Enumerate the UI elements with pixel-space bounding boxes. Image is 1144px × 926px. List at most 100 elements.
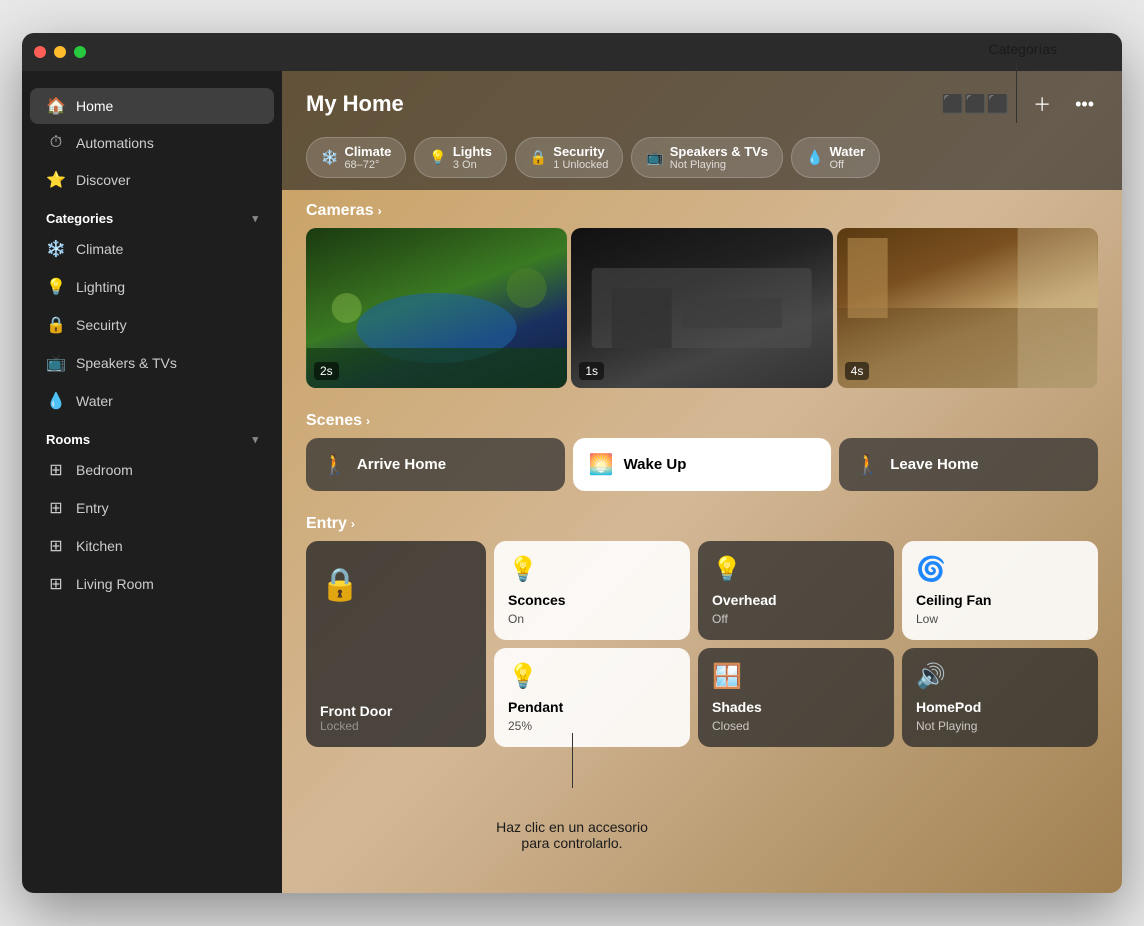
sidebar-item-climate[interactable]: ❄️ Climate: [30, 231, 274, 267]
entry-section-header[interactable]: Entry ›: [282, 503, 1122, 541]
sconces-status: On: [508, 612, 676, 626]
sidebar-item-security[interactable]: 🔒 Secuirty: [30, 307, 274, 343]
device-ceiling-fan[interactable]: 🌀 Ceiling Fan Low: [902, 541, 1098, 640]
shades-name: Shades: [712, 699, 880, 715]
cameras-section-header[interactable]: Cameras ›: [282, 190, 1122, 228]
sidebar-item-speakers[interactable]: 📺 Speakers & TVs: [30, 345, 274, 381]
category-pills: ❄️ Climate 68–72° 💡 Lights 3 On: [282, 129, 1122, 190]
sconces-name: Sconces: [508, 592, 676, 608]
leave-home-icon: 🚶: [855, 452, 880, 477]
callout-categories-line: [1016, 63, 1017, 123]
pill-climate-text: Climate 68–72°: [344, 144, 391, 171]
security-icon: 🔒: [46, 315, 66, 335]
device-homepod[interactable]: 🔊 HomePod Not Playing: [902, 648, 1098, 747]
pendant-name: Pendant: [508, 699, 676, 715]
arrive-home-label: Arrive Home: [357, 456, 446, 473]
overhead-icon: 💡: [712, 555, 880, 584]
camera-pool[interactable]: 2s: [306, 228, 567, 388]
pill-speakers[interactable]: 📺 Speakers & TVs Not Playing: [631, 137, 783, 178]
sidebar-item-bedroom[interactable]: ⊞ Bedroom: [30, 452, 274, 488]
scene-arrive-home[interactable]: 🚶 Arrive Home: [306, 438, 565, 491]
device-sconces[interactable]: 💡 Sconces On: [494, 541, 690, 640]
minimize-button[interactable]: [54, 46, 66, 58]
title-bar: [22, 33, 1122, 71]
climate-icon: ❄️: [46, 239, 66, 259]
living-room-icon: ⊞: [46, 574, 66, 594]
wake-up-label: Wake Up: [624, 456, 687, 473]
categories-header-label: Categories: [46, 211, 113, 226]
maximize-button[interactable]: [74, 46, 86, 58]
pill-speakers-label: Speakers & TVs: [670, 144, 768, 159]
device-pendant[interactable]: 💡 Pendant 25%: [494, 648, 690, 747]
cameras-label: Cameras: [306, 202, 374, 220]
ceiling-fan-icon: 🌀: [916, 555, 1084, 584]
sidebar-item-lighting[interactable]: 💡 Lighting: [30, 269, 274, 305]
sidebar-security-label: Secuirty: [76, 317, 127, 333]
rooms-section-header[interactable]: Rooms ▾: [22, 420, 282, 451]
siri-button[interactable]: ⬛⬛⬛: [938, 90, 1013, 119]
sidebar-climate-label: Climate: [76, 241, 123, 257]
entry-grid: 🔒 Front Door Locked 💡 Sconces On: [282, 541, 1122, 767]
entry-icon: ⊞: [46, 498, 66, 518]
sconces-icon: 💡: [508, 555, 676, 584]
pill-security[interactable]: 🔒 Security 1 Unlocked: [515, 137, 623, 178]
pill-speakers-icon: 📺: [646, 149, 663, 166]
camera-garage[interactable]: 1s: [571, 228, 832, 388]
entry-chevron-icon: ›: [351, 517, 355, 531]
sidebar-entry-label: Entry: [76, 500, 109, 516]
sidebar-item-entry[interactable]: ⊞ Entry: [30, 490, 274, 526]
camera-pool-timer: 2s: [314, 362, 339, 380]
pill-water[interactable]: 💧 Water Off: [791, 137, 880, 178]
pill-lights-sub: 3 On: [453, 159, 492, 171]
more-button[interactable]: •••: [1071, 90, 1098, 119]
camera-living[interactable]: 4s: [837, 228, 1098, 388]
categories-section-header[interactable]: Categories ▾: [22, 199, 282, 230]
sidebar-item-home[interactable]: 🏠 Home: [30, 88, 274, 124]
sidebar-home-label: Home: [76, 98, 113, 114]
device-front-door[interactable]: 🔒 Front Door Locked: [306, 541, 486, 747]
device-shades[interactable]: 🪟 Shades Closed: [698, 648, 894, 747]
pill-speakers-text: Speakers & TVs Not Playing: [670, 144, 768, 171]
sidebar-item-water[interactable]: 💧 Water: [30, 383, 274, 419]
home-icon: 🏠: [46, 96, 66, 116]
add-button[interactable]: ＋: [1029, 87, 1055, 121]
pill-climate[interactable]: ❄️ Climate 68–72°: [306, 137, 406, 178]
pill-security-sub: 1 Unlocked: [553, 159, 608, 171]
pill-lights[interactable]: 💡 Lights 3 On: [414, 137, 506, 178]
overhead-status: Off: [712, 612, 880, 626]
bedroom-icon: ⊞: [46, 460, 66, 480]
scenes-section-header[interactable]: Scenes ›: [282, 400, 1122, 438]
ceiling-fan-name: Ceiling Fan: [916, 592, 1084, 608]
pill-security-icon: 🔒: [530, 149, 547, 166]
lighting-icon: 💡: [46, 277, 66, 297]
scene-leave-home[interactable]: 🚶 Leave Home: [839, 438, 1098, 491]
scene-wake-up[interactable]: 🌅 Wake Up: [573, 438, 832, 491]
wake-up-icon: 🌅: [589, 452, 614, 477]
pill-water-icon: 💧: [806, 149, 823, 166]
water-icon: 💧: [46, 391, 66, 411]
pill-speakers-sub: Not Playing: [670, 159, 768, 171]
categories-chevron-icon: ▾: [252, 212, 258, 225]
sidebar-item-kitchen[interactable]: ⊞ Kitchen: [30, 528, 274, 564]
sidebar-item-living-room[interactable]: ⊞ Living Room: [30, 566, 274, 602]
sidebar-item-discover[interactable]: ⭐ Discover: [30, 162, 274, 198]
pill-water-sub: Off: [829, 159, 865, 171]
front-door-name: Front Door: [320, 703, 392, 719]
camera-garage-timer: 1s: [579, 362, 604, 380]
sidebar-item-automations[interactable]: ⏱ Automations: [30, 126, 274, 160]
shades-status: Closed: [712, 719, 880, 733]
camera-living-timer: 4s: [845, 362, 870, 380]
sidebar: 🏠 Home ⏱ Automations ⭐ Discover Categori…: [22, 71, 282, 893]
page-title: My Home: [306, 91, 404, 117]
pill-lights-text: Lights 3 On: [453, 144, 492, 171]
sidebar-kitchen-label: Kitchen: [76, 538, 123, 554]
device-overhead[interactable]: 💡 Overhead Off: [698, 541, 894, 640]
main-header: My Home ⬛⬛⬛ ＋ •••: [282, 71, 1122, 129]
sidebar-lighting-label: Lighting: [76, 279, 125, 295]
close-button[interactable]: [34, 46, 46, 58]
entry-label: Entry: [306, 515, 347, 533]
scenes-row: 🚶 Arrive Home 🌅 Wake Up 🚶 Leave Home: [282, 438, 1122, 503]
scenes-chevron-icon: ›: [366, 414, 370, 428]
leave-home-label: Leave Home: [890, 456, 978, 473]
ceiling-fan-status: Low: [916, 612, 1084, 626]
